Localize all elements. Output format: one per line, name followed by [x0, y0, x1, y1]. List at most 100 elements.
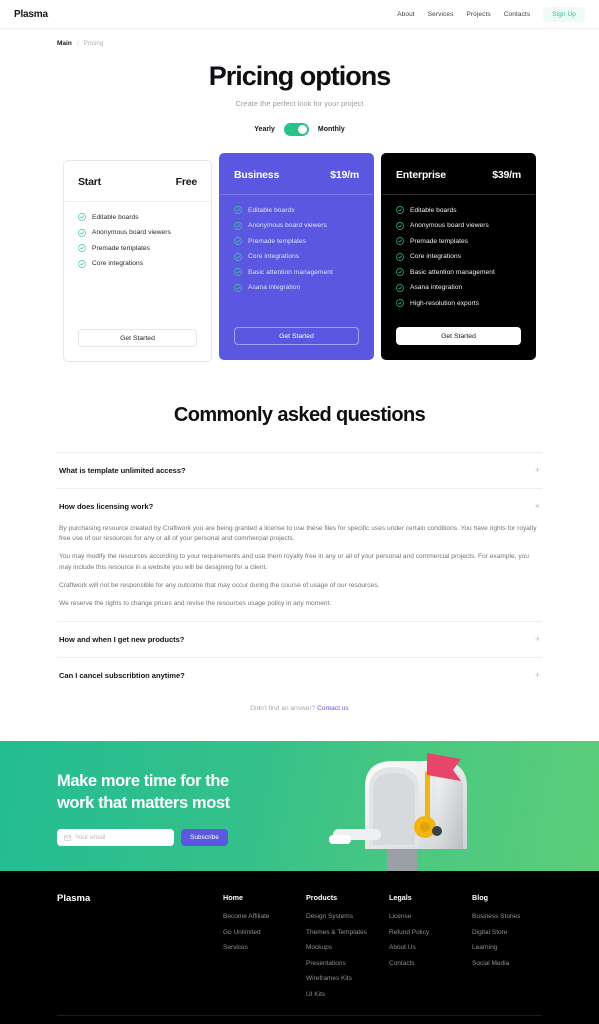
- footer-heading: Legals: [389, 893, 412, 903]
- sign-up-button[interactable]: Sign Up: [543, 6, 585, 22]
- feature-list-start: Editable boards Anonymous board viewers …: [64, 202, 211, 268]
- feature-item: Asana integration: [396, 283, 521, 292]
- toggle-label-monthly[interactable]: Monthly: [318, 126, 345, 133]
- footer-brand[interactable]: Plasma: [57, 893, 223, 1006]
- brand-logo[interactable]: Plasma: [14, 9, 48, 20]
- faq-footer: Didn't find an answer? Contact us: [57, 705, 542, 712]
- feature-item: Asana integration: [234, 283, 359, 292]
- feature-item: Anonymous board viewers: [396, 221, 521, 230]
- plan-price: $19/m: [330, 169, 359, 181]
- footer-link[interactable]: Design Systems: [306, 913, 389, 920]
- plus-icon[interactable]: +: [535, 671, 540, 680]
- check-circle-icon: [234, 283, 242, 292]
- footer-link[interactable]: Refund Policy: [389, 929, 472, 936]
- plan-name: Business: [234, 169, 280, 181]
- footer-link[interactable]: Wireframes Kits: [306, 975, 389, 982]
- feature-label: Basic attention management: [410, 268, 495, 276]
- breadcrumb-main[interactable]: Main: [57, 40, 72, 47]
- feature-label: High-resolution exports: [410, 299, 479, 307]
- pricing-card-start: Start Free Editable boards Anonymous boa…: [63, 160, 212, 362]
- check-circle-icon: [234, 206, 242, 214]
- footer-link[interactable]: Contacts: [389, 960, 472, 967]
- close-icon[interactable]: ×: [535, 502, 540, 511]
- feature-item: Anonymous board viewers: [234, 221, 359, 230]
- feature-list-enterprise: Editable boards Anonymous board viewers …: [382, 195, 535, 307]
- feature-label: Asana integration: [248, 284, 301, 291]
- feature-label: Core integrations: [92, 260, 144, 267]
- feature-item: Basic attention management: [234, 268, 359, 276]
- plan-name: Enterprise: [396, 169, 446, 181]
- feature-item: Premade templates: [396, 237, 521, 245]
- get-started-button-enterprise[interactable]: Get Started: [396, 327, 521, 345]
- footer-link[interactable]: About Us: [389, 944, 472, 951]
- feature-item: Premade templates: [234, 237, 359, 245]
- footer-link[interactable]: Business Stories: [472, 913, 555, 920]
- site-footer: Plasma Home Become Affiliate Go Unlimite…: [0, 871, 599, 1024]
- footer-link[interactable]: Go Unlimited: [223, 929, 306, 936]
- footer-link[interactable]: Mockups: [306, 944, 389, 951]
- toggle-label-yearly[interactable]: Yearly: [254, 126, 275, 133]
- feature-label: Basic attention management: [248, 268, 333, 276]
- email-input[interactable]: Your email: [57, 829, 174, 847]
- feature-item: Core integrations: [234, 252, 359, 261]
- subscribe-button[interactable]: Subscribe: [181, 829, 228, 847]
- feature-item: Basic attention management: [396, 268, 521, 276]
- feature-label: Premade templates: [410, 237, 469, 245]
- billing-toggle[interactable]: [283, 123, 309, 136]
- faq-question-text: Can I cancel subscribtion anytime?: [59, 671, 185, 681]
- breadcrumb-separator: /: [76, 40, 79, 47]
- faq-question-row[interactable]: How does licensing work? ×: [57, 489, 542, 524]
- check-circle-icon: [78, 259, 86, 268]
- faq-paragraph: We reserve the rights to change prices a…: [59, 600, 332, 608]
- card-header-business: Business $19/m: [220, 154, 373, 194]
- nav-item-contacts[interactable]: Contacts: [504, 11, 530, 18]
- check-circle-icon: [396, 206, 404, 214]
- newsletter-content: Make more time for the work that matters…: [0, 741, 599, 847]
- pricing-card-enterprise: Enterprise $39/m Editable boards Anonymo…: [381, 153, 536, 360]
- feature-item: Editable boards: [78, 213, 197, 221]
- footer-link[interactable]: Digital Store: [472, 929, 555, 936]
- footer-link[interactable]: Presentations: [306, 960, 389, 967]
- check-circle-icon: [396, 252, 404, 261]
- feature-label: Core integrations: [410, 253, 462, 260]
- plus-icon[interactable]: +: [535, 635, 540, 644]
- nav-item-services[interactable]: Services: [428, 11, 454, 18]
- feature-list-business: Editable boards Anonymous board viewers …: [220, 195, 373, 292]
- plan-name: Start: [78, 176, 101, 188]
- check-circle-icon: [396, 268, 404, 276]
- footer-heading: Home: [223, 893, 243, 903]
- feature-label: Editable boards: [410, 206, 457, 214]
- footer-link[interactable]: Themes & Templates: [306, 929, 389, 936]
- faq-paragraph: By purchasing resource created by Craftw…: [59, 525, 537, 543]
- faq-footer-text: Didn't find an answer?: [250, 705, 316, 713]
- footer-link[interactable]: Learning: [472, 944, 555, 951]
- faq-paragraph: Craftwork will not be responsible for an…: [59, 581, 380, 589]
- footer-link[interactable]: Services: [223, 944, 306, 951]
- get-started-button-start[interactable]: Get Started: [78, 329, 197, 347]
- newsletter-title: Make more time for the work that matters…: [57, 771, 599, 815]
- plus-icon[interactable]: +: [535, 466, 540, 475]
- newsletter-title-line1: Make more time for the: [57, 772, 229, 791]
- card-header-start: Start Free: [64, 161, 211, 201]
- billing-period-toggle-row: Yearly Monthly: [0, 123, 599, 136]
- faq-section: Commonly asked questions What is templat…: [57, 404, 542, 712]
- footer-link[interactable]: Social Media: [472, 960, 555, 967]
- feature-item: Anonymous board viewers: [78, 228, 197, 237]
- feature-item: Premade templates: [78, 244, 197, 252]
- footer-link[interactable]: License: [389, 913, 472, 920]
- faq-paragraph: You may modify the resources according t…: [59, 553, 529, 571]
- contact-us-link[interactable]: Contact us: [317, 705, 349, 712]
- faq-question-row[interactable]: Can I cancel subscribtion anytime? +: [57, 658, 542, 693]
- newsletter-title-line2: work that matters most: [57, 794, 230, 813]
- faq-item-1: What is template unlimited access? +: [57, 452, 542, 488]
- faq-question-row[interactable]: What is template unlimited access? +: [57, 453, 542, 488]
- footer-link[interactable]: UI Kits: [306, 991, 389, 998]
- get-started-button-business[interactable]: Get Started: [234, 327, 359, 345]
- nav-item-projects[interactable]: Projects: [466, 11, 490, 18]
- footer-link[interactable]: Become Affiliate: [223, 913, 306, 920]
- nav-item-about[interactable]: About: [397, 11, 415, 18]
- faq-question-row[interactable]: How and when I get new products? +: [57, 622, 542, 657]
- feature-label: Core integrations: [248, 253, 300, 260]
- check-circle-icon: [234, 237, 242, 245]
- footer-column-legals: Legals License Refund Policy About Us Co…: [389, 893, 472, 1006]
